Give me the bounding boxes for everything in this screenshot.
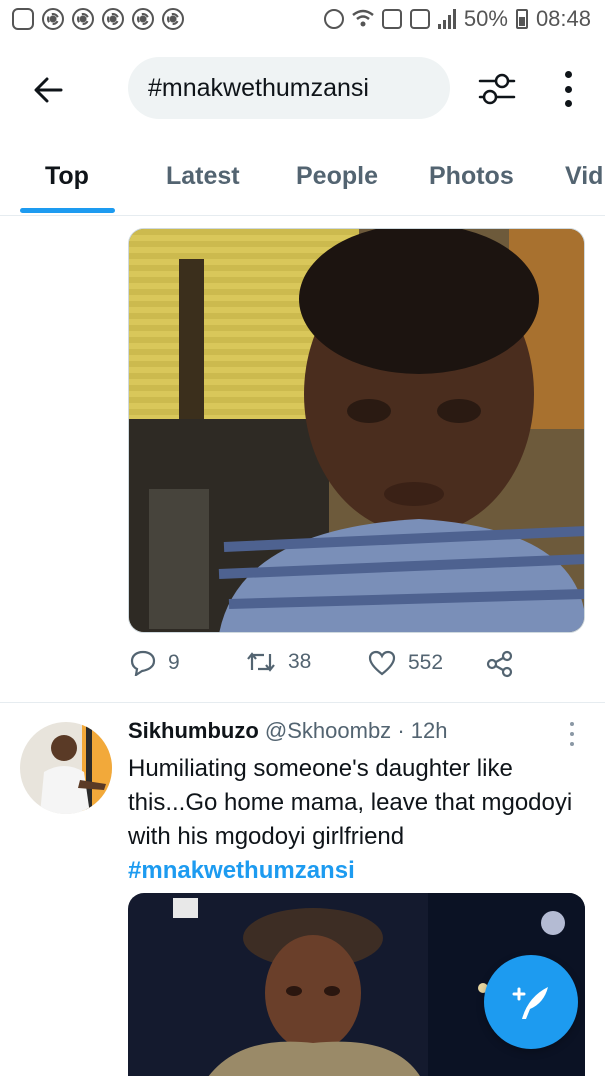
tweet-time: 12h (410, 718, 448, 743)
retweet-button[interactable]: 38 (246, 650, 311, 674)
compose-tweet-button[interactable] (484, 955, 578, 1049)
filter-sliders-icon (478, 73, 516, 105)
tweet-divider (0, 702, 605, 703)
more-vertical-icon (564, 71, 572, 78)
retweet-count: 38 (288, 650, 312, 673)
tweet-hashtag[interactable]: #mnakwethumzansi (128, 857, 355, 884)
settings-notif-icon (42, 8, 64, 30)
tweet-text: Humiliating someone's daughter like this… (128, 752, 588, 888)
heart-icon (368, 650, 396, 676)
share-icon (486, 650, 513, 678)
no-signal-icon (409, 9, 430, 29)
author-handle[interactable]: @Skhoombz (265, 718, 391, 743)
search-filter-button[interactable] (476, 68, 518, 110)
like-count: 552 (408, 651, 444, 674)
settings-notif-icon (102, 8, 124, 30)
tweet-photo (129, 229, 584, 632)
search-header: #mnakwethumzansi (0, 40, 605, 140)
call-icon (381, 9, 402, 29)
tweet-more-button[interactable] (566, 722, 578, 746)
tab-photos[interactable]: Photos (429, 162, 514, 191)
tab-latest[interactable]: Latest (166, 162, 240, 191)
tab-people[interactable]: People (296, 162, 378, 191)
signal-icon (437, 9, 456, 29)
reply-button[interactable]: 9 (130, 650, 180, 676)
tweet-header: Sikhumbuzo @Skhoombz · 12h (128, 718, 447, 744)
search-tabs: Top Latest People Photos Vid (0, 140, 605, 216)
chrome-icon (162, 8, 184, 30)
avatar[interactable] (20, 722, 112, 814)
search-input[interactable]: #mnakwethumzansi (128, 57, 450, 119)
like-button[interactable]: 552 (368, 650, 443, 676)
settings-notif-icon (72, 8, 94, 30)
avatar-photo (20, 722, 112, 814)
compose-feather-icon (512, 987, 548, 1019)
wifi-icon (352, 9, 374, 27)
arrow-left-icon (34, 77, 63, 103)
instagram-icon (12, 8, 34, 30)
tweet-body: Humiliating someone's daughter like this… (128, 755, 573, 850)
retweet-icon (247, 652, 275, 672)
search-query: #mnakwethumzansi (148, 73, 369, 102)
meta-separator: · (397, 718, 405, 743)
status-right: 50% 08:48 (323, 6, 591, 32)
share-button[interactable] (486, 650, 514, 678)
author-name[interactable]: Sikhumbuzo (128, 718, 259, 743)
battery-percent: 50% (463, 6, 508, 31)
more-vertical-icon (570, 722, 574, 726)
tab-top[interactable]: Top (45, 162, 89, 191)
tweet-image[interactable] (128, 228, 585, 633)
clock: 08:48 (535, 6, 591, 31)
reply-count: 9 (168, 651, 180, 674)
active-tab-indicator (20, 208, 115, 213)
more-options-button[interactable] (556, 68, 580, 110)
battery-icon (515, 9, 528, 29)
alarm-icon (323, 9, 344, 29)
settings-notif-icon (132, 8, 154, 30)
back-button[interactable] (28, 70, 68, 110)
tab-videos[interactable]: Vid (565, 162, 603, 191)
status-left-icons (12, 8, 184, 30)
reply-icon (130, 650, 156, 676)
tweet-actions: 9 38 552 (128, 650, 528, 686)
status-bar: 50% 08:48 (0, 0, 605, 40)
